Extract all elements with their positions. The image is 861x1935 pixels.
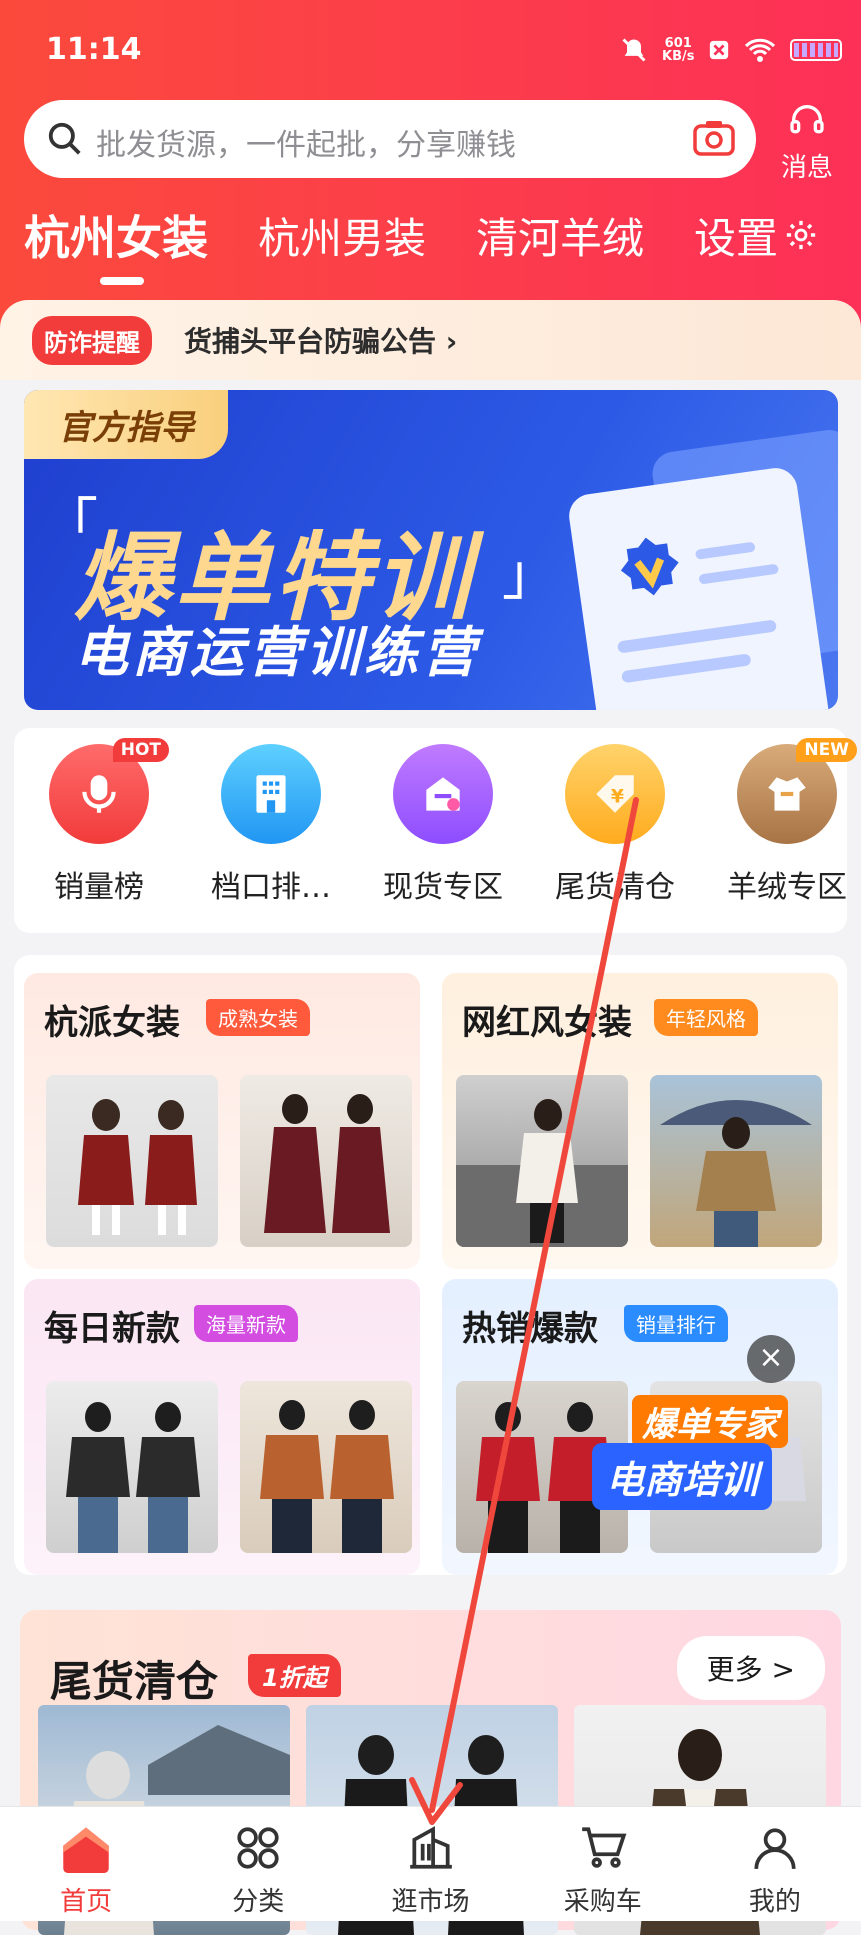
shortcut-clearance[interactable]: ¥ 尾货清仓 [540, 744, 690, 906]
tab-label: 分类 [232, 1887, 285, 1917]
search-bar[interactable]: 批发货源，一件起批，分享赚钱 [24, 100, 756, 178]
shortcut-label: 档口排… [211, 870, 331, 905]
grid-icon [237, 1827, 279, 1869]
building-icon [221, 744, 321, 844]
headset-icon [790, 105, 824, 134]
messages-label: 消息 [780, 153, 833, 183]
top-tabs: 杭州女装 杭州男装 清河羊绒 设置 [24, 205, 844, 265]
shortcut-cashmere[interactable]: NEW 羊绒专区 [712, 738, 861, 906]
promo-line-1: 爆单专家 [632, 1395, 788, 1448]
notice-tag: 防诈提醒 [32, 316, 152, 365]
market-building-icon [409, 1826, 452, 1869]
network-speed: 601 KB/s [662, 36, 695, 64]
tab-hangzhou-women[interactable]: 杭州女装 [24, 202, 208, 268]
category-title: 杭派女装 [44, 1003, 180, 1043]
tab-profile[interactable]: 我的 [689, 1807, 861, 1921]
new-badge: NEW [796, 738, 857, 762]
bottom-tab-bar: 首页 分类 逛市场 采购车 我的 [0, 1806, 861, 1921]
category-card-influencer-style[interactable]: 网红风女装 年轻风格 [442, 973, 838, 1269]
category-title: 热销爆款 [462, 1309, 598, 1349]
product-thumbnail[interactable] [240, 1381, 412, 1553]
product-thumbnail[interactable] [46, 1075, 218, 1247]
promo-banner[interactable]: 官方指导 「 爆单特训 」 电商运营训练营 [24, 390, 838, 710]
search-icon [48, 122, 81, 155]
tab-cart[interactable]: 采购车 [517, 1807, 689, 1921]
shortcut-label: 销量榜 [54, 870, 144, 905]
shortcut-sales-ranking[interactable]: HOT 销量榜 [24, 738, 174, 906]
shortcut-label: 羊绒专区 [727, 870, 847, 905]
cart-icon [581, 1827, 627, 1868]
category-tag: 销量排行 [624, 1305, 728, 1342]
floating-training-promo[interactable]: × 爆单专家 电商培训 [592, 1335, 797, 1525]
category-card-daily-new[interactable]: 每日新款 海量新款 [24, 1279, 420, 1575]
product-thumbnail[interactable] [650, 1075, 822, 1247]
hot-badge: HOT [112, 738, 169, 762]
clearance-title: 尾货清仓 [50, 1657, 219, 1706]
shortcut-stall-ranking[interactable]: 档口排… [196, 744, 346, 906]
shortcut-label: 现货专区 [383, 870, 503, 905]
notice-text: 货捕头平台防骗公告 › [184, 325, 458, 358]
anti-fraud-notice[interactable]: 防诈提醒 货捕头平台防骗公告 › [0, 300, 861, 380]
messages-button[interactable]: 消息 [772, 100, 842, 184]
tab-settings-label: 设置 [694, 213, 779, 263]
category-title: 网红风女装 [462, 1003, 632, 1043]
category-card-hangzhou-style[interactable]: 杭派女装 成熟女装 [24, 973, 420, 1269]
close-icon[interactable]: × [747, 1335, 795, 1383]
tab-label: 首页 [60, 1887, 113, 1917]
price-tag-icon: ¥ [565, 744, 665, 844]
tab-category[interactable]: 分类 [172, 1807, 344, 1921]
tab-hangzhou-men[interactable]: 杭州男装 [258, 205, 426, 266]
verified-badge-icon [620, 537, 679, 596]
category-tag: 年轻风格 [654, 999, 758, 1036]
tab-qinghe-cashmere[interactable]: 清河羊绒 [476, 205, 644, 266]
microphone-icon: HOT [49, 738, 169, 844]
battery-icon [790, 39, 843, 61]
tab-settings[interactable]: 设置 [694, 205, 818, 266]
svg-text:¥: ¥ [611, 786, 624, 807]
banner-document-illustration [566, 465, 832, 710]
category-title: 每日新款 [44, 1309, 180, 1349]
product-thumbnail[interactable] [240, 1075, 412, 1247]
tab-label: 逛市场 [391, 1887, 470, 1917]
gear-icon [786, 220, 816, 250]
category-tag: 成熟女装 [206, 999, 310, 1036]
tab-market[interactable]: 逛市场 [344, 1807, 516, 1921]
active-tab-indicator [100, 277, 144, 285]
status-time: 11:14 [46, 32, 142, 67]
category-tag: 海量新款 [194, 1305, 298, 1342]
camera-icon[interactable] [692, 118, 736, 158]
shortcut-grid: HOT 销量榜 档口排… 现货专区 ¥ 尾货清仓 NEW 羊绒专区 [14, 728, 857, 933]
promo-line-2: 电商培训 [592, 1443, 773, 1510]
status-bar-icons: 601 KB/s [620, 30, 843, 70]
wifi-icon [745, 38, 776, 62]
tab-label: 采购车 [563, 1887, 642, 1917]
banner-tag: 官方指导 [24, 390, 228, 459]
sweater-icon: NEW [737, 738, 857, 844]
shortcut-label: 尾货清仓 [555, 870, 675, 905]
mute-icon [622, 38, 646, 62]
user-icon [754, 1828, 796, 1869]
home-icon [63, 1827, 109, 1873]
more-button[interactable]: 更多 > [676, 1636, 825, 1700]
product-thumbnail[interactable] [46, 1381, 218, 1553]
product-thumbnail[interactable] [456, 1075, 628, 1247]
tab-label: 我的 [748, 1887, 801, 1917]
house-icon [393, 744, 493, 844]
banner-subtitle: 电商运营训练营 [74, 621, 480, 684]
app-notification-icon [710, 40, 729, 60]
banner-quote-close: 」 [502, 543, 558, 608]
clearance-tag: 1折起 [248, 1654, 341, 1697]
shortcut-in-stock[interactable]: 现货专区 [368, 744, 518, 906]
search-placeholder: 批发货源，一件起批，分享赚钱 [96, 128, 516, 163]
tab-home[interactable]: 首页 [0, 1807, 172, 1921]
